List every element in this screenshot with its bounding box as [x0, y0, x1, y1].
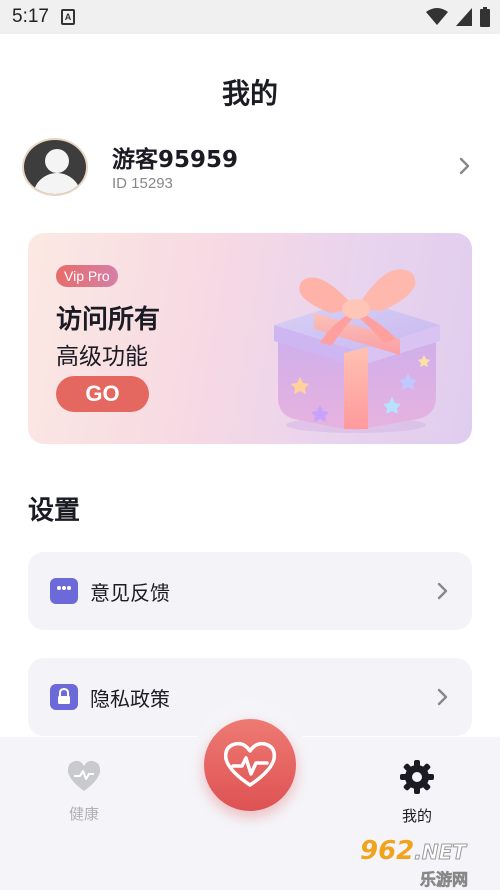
settings-title: 设置 [28, 496, 81, 526]
watermark-brand: 962.NET [360, 836, 466, 866]
avatar[interactable] [22, 138, 88, 196]
status-icons [426, 7, 490, 27]
heart-icon [67, 760, 101, 791]
watermark-num: 962 [360, 836, 415, 866]
gift-box-icon [274, 269, 440, 433]
avatar-body [33, 173, 81, 194]
settings-item-label: 意见反馈 [90, 580, 170, 605]
settings-item-feedback[interactable]: 意见反馈 [28, 552, 472, 630]
user-name: 游客95959 [112, 147, 239, 173]
center-health-button[interactable] [204, 719, 296, 811]
battery-icon [480, 7, 490, 27]
watermark-suffix: .NET [414, 840, 467, 865]
chevron-right-icon [437, 688, 448, 706]
vip-promo-card[interactable]: Vip Pro 访问所有 高级功能 GO [28, 233, 472, 444]
user-id: ID 15293 [112, 175, 173, 192]
avatar-head [45, 149, 69, 173]
go-button[interactable]: GO [56, 376, 149, 412]
status-bar: 5:17 A [0, 0, 500, 34]
notification-a-icon: A [60, 9, 75, 25]
vip-badge: Vip Pro [56, 265, 118, 287]
vip-subline: 高级功能 [56, 344, 148, 370]
profile-row[interactable]: 游客95959 ID 15293 [22, 138, 478, 196]
chevron-right-icon[interactable] [458, 156, 472, 176]
chat-bubble-icon [50, 578, 78, 604]
watermark-logo: 962.NET 乐游网 [360, 836, 496, 889]
nav-item-health[interactable]: 健康 [55, 759, 113, 824]
vip-headline: 访问所有 [56, 305, 161, 335]
nav-mine-label: 我的 [401, 807, 432, 825]
signal-icon [456, 8, 472, 26]
wifi-icon [426, 8, 448, 25]
gear-icon [400, 760, 434, 794]
chevron-right-icon [437, 582, 448, 600]
lock-icon [50, 684, 78, 710]
settings-item-label: 隐私政策 [90, 686, 170, 711]
nav-health-label: 健康 [68, 805, 99, 823]
heart-pulse-icon [223, 741, 277, 787]
page-title: 我的 [221, 77, 278, 110]
nav-item-mine[interactable]: 我的 [388, 759, 446, 826]
my-page: 5:17 A 我的 游客95959 ID 15293 Vip Pro 访问所有 … [0, 0, 500, 890]
status-time: 5:17 [12, 6, 49, 27]
watermark-cn: 乐游网 [420, 870, 469, 890]
